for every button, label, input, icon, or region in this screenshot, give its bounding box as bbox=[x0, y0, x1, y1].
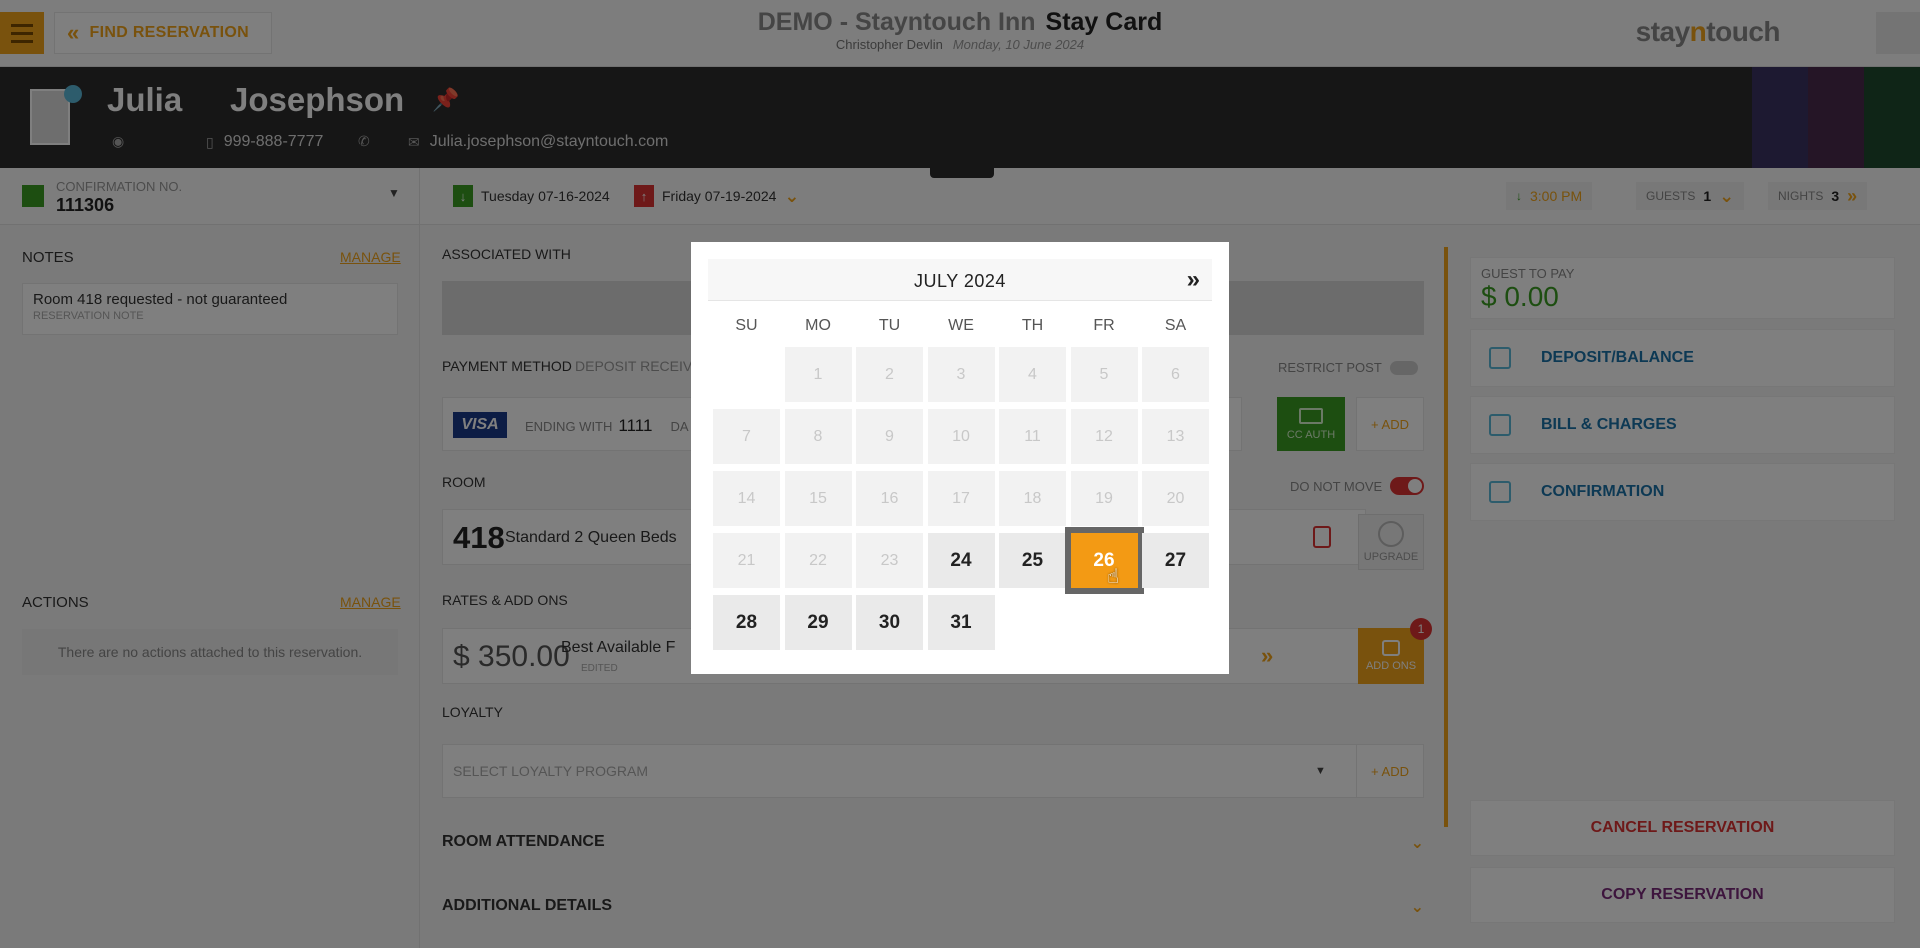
calendar-day-22: 22 bbox=[784, 533, 852, 588]
calendar-day-15: 15 bbox=[784, 471, 852, 526]
weekday-th: TH bbox=[1021, 317, 1044, 334]
calendar-day-14: 14 bbox=[713, 471, 780, 526]
calendar-day-30[interactable]: 30 bbox=[856, 595, 923, 650]
calendar-day-28[interactable]: 28 bbox=[713, 595, 780, 650]
calendar-day-11: 11 bbox=[999, 409, 1066, 464]
calendar-day-5: 5 bbox=[1070, 347, 1138, 402]
calendar-header: JULY 2024 » bbox=[708, 259, 1212, 301]
calendar-day-29[interactable]: 29 bbox=[784, 595, 852, 650]
date-picker-modal: JULY 2024 » SU MO TU WE TH FR SA 1 2 3 4 5 6 7 8 9 10 11… bbox=[691, 242, 1229, 674]
calendar-day-31[interactable]: 31 bbox=[927, 595, 995, 650]
calendar-day-2: 2 bbox=[856, 347, 923, 402]
calendar-day-12: 12 bbox=[1070, 409, 1138, 464]
calendar-day-17: 17 bbox=[927, 471, 995, 526]
weekday-fr: FR bbox=[1093, 317, 1115, 334]
calendar-day-24[interactable]: 24 bbox=[927, 533, 995, 588]
calendar-day-26[interactable]: 26 bbox=[1064, 527, 1144, 594]
weekday-we: WE bbox=[948, 317, 974, 334]
calendar-day-7: 7 bbox=[713, 409, 780, 464]
weekday-tu: TU bbox=[878, 317, 901, 334]
calendar-day-3: 3 bbox=[927, 347, 995, 402]
calendar-day-10: 10 bbox=[927, 409, 995, 464]
weekday-su: SU bbox=[735, 317, 758, 334]
hand-cursor-icon: ☝ bbox=[1107, 566, 1120, 588]
calendar-day-23: 23 bbox=[856, 533, 923, 588]
calendar-day-16: 16 bbox=[856, 471, 923, 526]
next-month-button[interactable]: » bbox=[1187, 266, 1200, 294]
weekday-mo: MO bbox=[805, 317, 831, 334]
calendar-day-18: 18 bbox=[999, 471, 1066, 526]
calendar-day-4: 4 bbox=[999, 347, 1066, 402]
calendar-day-25[interactable]: 25 bbox=[999, 533, 1066, 588]
calendar-day-1: 1 bbox=[784, 347, 852, 402]
calendar-month-title: JULY 2024 bbox=[914, 271, 1006, 291]
weekday-sa: SA bbox=[1164, 317, 1187, 334]
calendar-day-8: 8 bbox=[784, 409, 852, 464]
calendar-day-19: 19 bbox=[1070, 471, 1138, 526]
calendar-day-9: 9 bbox=[856, 409, 923, 464]
calendar-day-20: 20 bbox=[1142, 471, 1209, 526]
calendar-day-6: 6 bbox=[1142, 347, 1209, 402]
calendar-day-21: 21 bbox=[713, 533, 780, 588]
calendar-day-27[interactable]: 27 bbox=[1142, 533, 1209, 588]
calendar-day-13: 13 bbox=[1142, 409, 1209, 464]
